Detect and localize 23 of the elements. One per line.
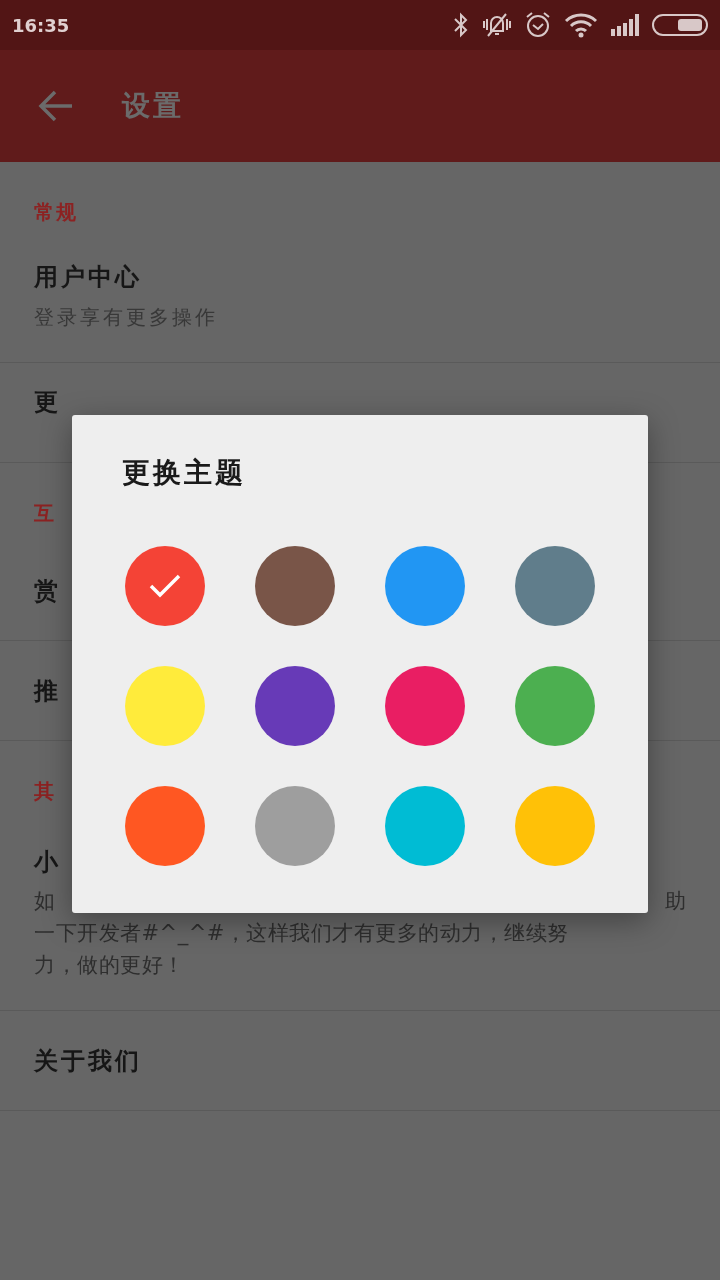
section-header: 常规 (34, 200, 78, 224)
setting-title[interactable]: 用户中心 (34, 262, 142, 292)
setting-title[interactable]: 推 (34, 675, 61, 706)
bluetooth-icon (452, 12, 470, 38)
description-text: 力，做的更好！ (34, 952, 185, 979)
alarm-icon (524, 11, 552, 39)
signal-icon (610, 13, 640, 37)
status-time: 16:35 (12, 14, 70, 36)
setting-title[interactable]: 关于我们 (34, 1045, 142, 1076)
setting-title[interactable]: 赏 (34, 575, 61, 606)
description-text: 如 (34, 888, 55, 915)
back-arrow-icon[interactable] (38, 90, 74, 122)
app-bar-title: 设置 (122, 88, 184, 124)
setting-title[interactable]: 小 (34, 847, 61, 877)
dialog-title: 更换主题 (122, 455, 246, 491)
section-header: 其 (34, 779, 56, 803)
description-text: 助 (665, 888, 686, 915)
setting-title[interactable]: 更 (34, 386, 61, 417)
muted-bell-icon (482, 12, 512, 38)
section-header: 互 (34, 501, 56, 525)
wifi-icon (564, 12, 598, 38)
check-icon (149, 574, 181, 598)
battery-icon (652, 14, 708, 36)
